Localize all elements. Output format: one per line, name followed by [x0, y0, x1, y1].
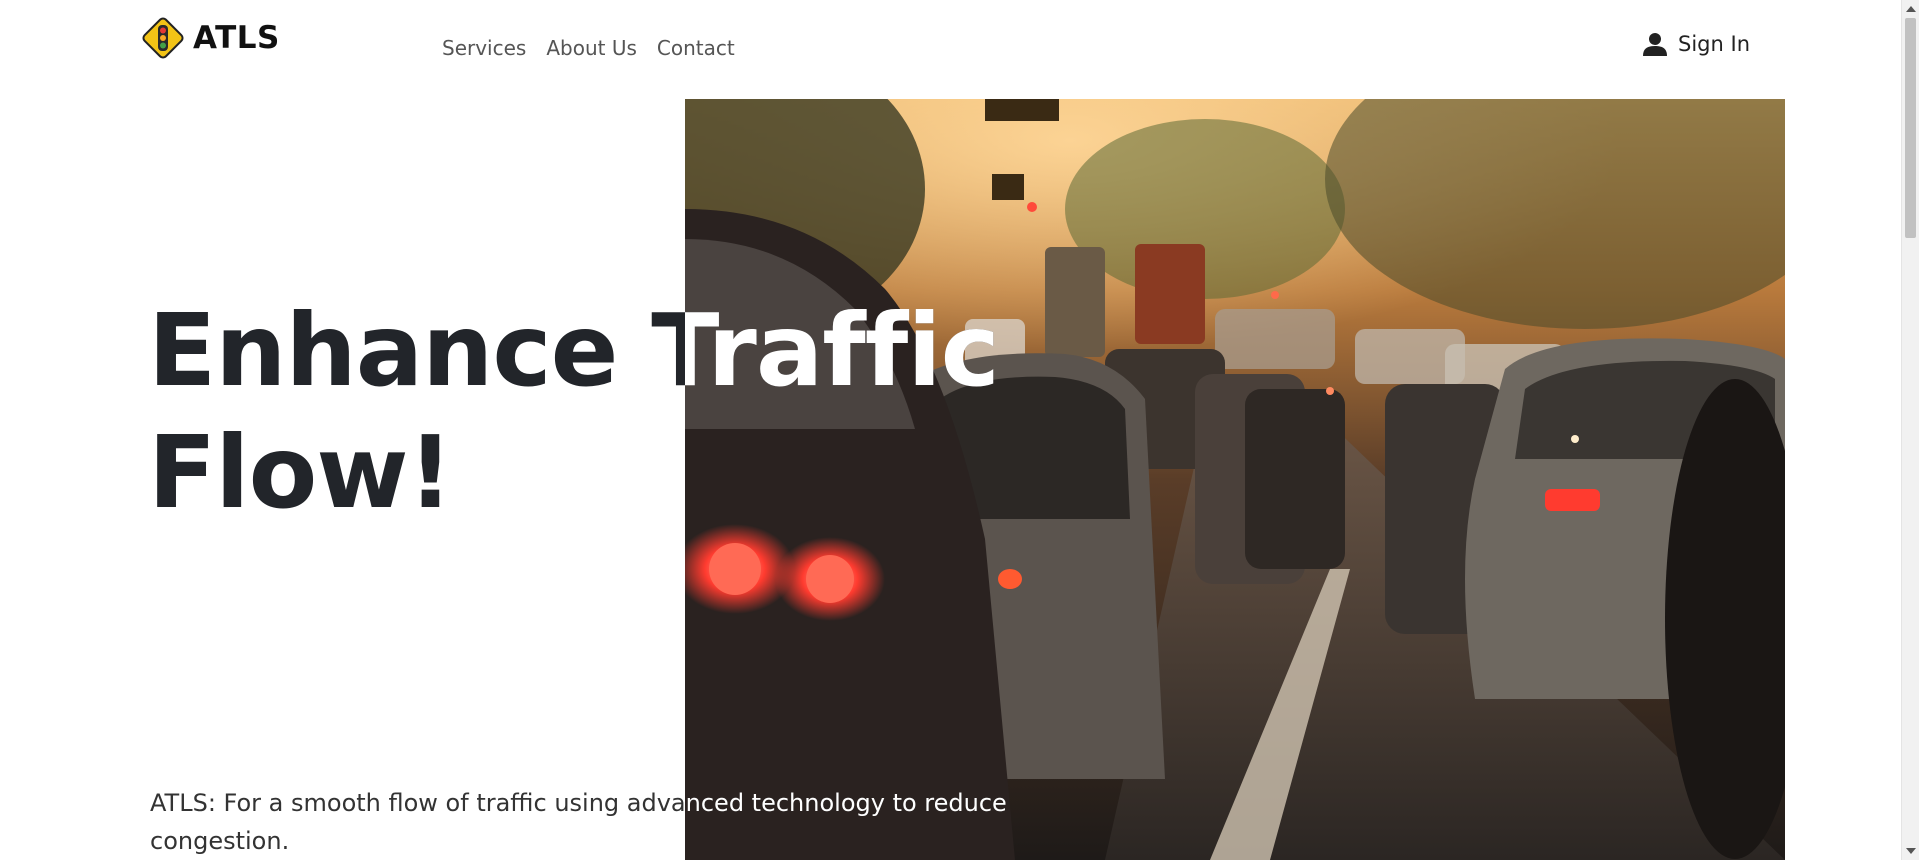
hero-title: Enhance Traffic Flow! Enhance Traffic Fl…	[148, 290, 1048, 534]
hero-subtitle-text: ATLS: For a smooth flow of traffic using…	[150, 789, 1007, 855]
scrollbar-thumb[interactable]	[1905, 18, 1916, 238]
nav-link-about-us[interactable]: About Us	[546, 34, 637, 62]
page: ATLS Services About Us Contact Sign In E…	[0, 0, 1919, 860]
hero-title-line-2: Flow!	[148, 414, 453, 531]
brand-logo[interactable]: ATLS	[141, 16, 280, 60]
main-nav: Services About Us Contact	[442, 34, 735, 62]
user-icon	[1643, 33, 1668, 56]
brand-name: ATLS	[193, 20, 280, 56]
hero-subtitle: ATLS: For a smooth flow of traffic using…	[150, 784, 1030, 860]
sign-in-label: Sign In	[1678, 32, 1750, 56]
scroll-up-icon[interactable]	[1906, 6, 1916, 12]
nav-link-services[interactable]: Services	[442, 34, 526, 62]
sign-in-button[interactable]: Sign In	[1642, 30, 1750, 58]
scroll-down-icon[interactable]	[1906, 848, 1916, 854]
traffic-light-icon	[142, 17, 184, 59]
nav-link-contact[interactable]: Contact	[657, 34, 735, 62]
page-scrollbar[interactable]	[1901, 0, 1919, 860]
hero-title-line-1: Enhance Traffic	[148, 292, 1000, 409]
